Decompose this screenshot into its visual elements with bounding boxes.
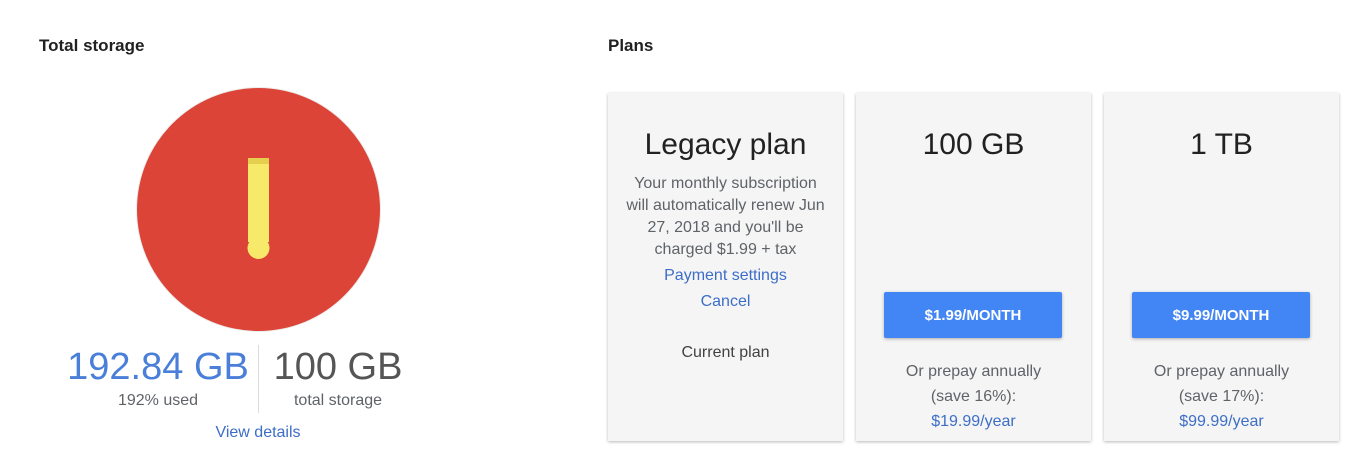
storage-used: 192.84 GB 192% used <box>58 344 258 410</box>
storage-used-value: 192.84 GB <box>67 346 249 388</box>
exclamation-warning-icon <box>247 158 270 259</box>
prepay-savings: (save 16%): <box>930 388 1017 405</box>
yearly-price-link[interactable]: $19.99/year <box>856 409 1091 434</box>
total-storage-section: Total storage 192.84 GB 192% used 100 GB… <box>0 0 560 457</box>
plan-card-1tb: 1 TB $9.99/MONTH Or prepay annually (sav… <box>1104 93 1339 441</box>
plan-description: Your monthly subscription will automatic… <box>626 175 825 258</box>
storage-total-value: 100 GB <box>273 346 403 388</box>
prepay-text: Or prepay annually <box>905 363 1042 380</box>
plan-card-100gb: 100 GB $1.99/MONTH Or prepay annually (s… <box>856 93 1091 441</box>
plan-card-legacy: Legacy plan Your monthly subscription wi… <box>608 93 843 441</box>
total-storage-title: Total storage <box>39 36 145 55</box>
view-details-link[interactable]: View details <box>158 424 358 442</box>
storage-used-percent: 192% used <box>117 392 199 409</box>
storage-total-label: total storage <box>293 392 383 409</box>
yearly-price-link[interactable]: $99.99/year <box>1104 409 1339 434</box>
plan-name: 1 TB <box>1190 128 1253 161</box>
storage-divider <box>258 345 259 413</box>
payment-settings-link[interactable]: Payment settings <box>608 267 843 285</box>
prepay-info: Or prepay annually (save 17%): $99.99/ye… <box>1104 359 1339 434</box>
monthly-price-button[interactable]: $1.99/MONTH <box>884 292 1062 338</box>
storage-alert-icon <box>137 88 380 331</box>
plan-name: Legacy plan <box>644 128 807 161</box>
storage-total: 100 GB total storage <box>262 344 414 410</box>
prepay-text: Or prepay annually <box>1153 363 1290 380</box>
current-plan-label: Current plan <box>681 344 770 361</box>
storage-page: Total storage 192.84 GB 192% used 100 GB… <box>0 0 1352 457</box>
prepay-info: Or prepay annually (save 16%): $19.99/ye… <box>856 359 1091 434</box>
cancel-plan-link[interactable]: Cancel <box>608 293 843 311</box>
plan-name: 100 GB <box>922 128 1025 161</box>
prepay-savings: (save 17%): <box>1178 388 1265 405</box>
plans-title: Plans <box>608 36 654 55</box>
monthly-price-button[interactable]: $9.99/MONTH <box>1132 292 1310 338</box>
